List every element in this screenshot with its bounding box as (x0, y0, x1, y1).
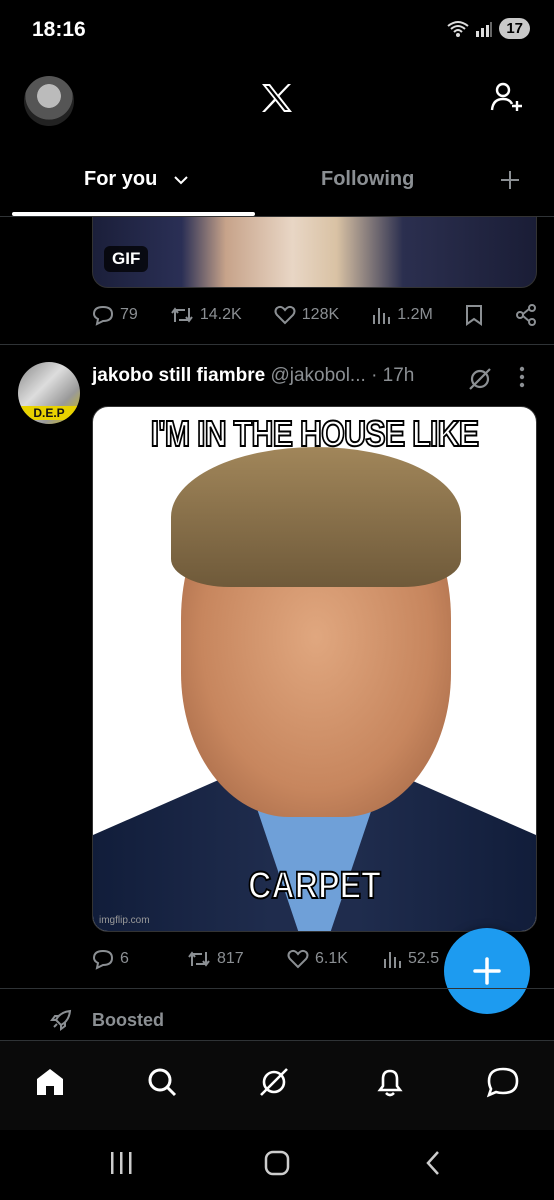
add-user-icon[interactable] (490, 80, 524, 119)
previous-post-actions: 79 14.2K 128K 1.2M (92, 304, 537, 326)
post-author-avatar[interactable]: D.E.P (18, 362, 80, 424)
grok-icon[interactable] (467, 366, 493, 397)
heart-icon (287, 949, 309, 969)
repost-icon (171, 307, 193, 323)
post-time: · 17h (371, 365, 415, 386)
repost-button[interactable]: 817 (187, 949, 287, 969)
reply-count: 79 (120, 306, 138, 323)
profile-avatar[interactable] (24, 76, 74, 126)
views-button[interactable]: 52.5 (382, 949, 439, 969)
chevron-down-icon[interactable] (173, 175, 189, 185)
reply-icon (92, 305, 114, 326)
plus-icon (473, 957, 501, 985)
system-icons: 17 (447, 18, 530, 39)
avatar-label: D.E.P (18, 406, 80, 420)
boosted-indicator: Boosted (50, 1009, 164, 1031)
views-icon (373, 308, 391, 324)
status-time: 18:16 (32, 18, 86, 41)
post-divider (0, 344, 554, 345)
home-system-icon[interactable] (264, 1150, 290, 1181)
author-display-name: jakobo still fiambre (92, 365, 266, 386)
rocket-icon (50, 1009, 72, 1031)
share-icon[interactable] (515, 304, 537, 326)
boosted-divider (0, 988, 554, 989)
notifications-icon[interactable] (374, 1066, 406, 1103)
post-author[interactable]: jakobo still fiambre @jakobol... · 17h (92, 365, 414, 387)
author-handle: @jakobol... (270, 365, 366, 386)
repost-button[interactable]: 14.2K (170, 305, 242, 325)
messages-icon[interactable] (486, 1066, 520, 1103)
like-count: 6.1K (315, 950, 348, 967)
views-button[interactable]: 1.2M (371, 305, 433, 325)
meme-watermark: imgflip.com (99, 915, 150, 926)
reply-button[interactable]: 79 (92, 304, 138, 326)
add-tab-icon[interactable] (500, 164, 520, 198)
repost-count: 14.2K (199, 306, 242, 323)
signal-icon (476, 21, 493, 37)
reply-count: 6 (120, 950, 129, 967)
gif-media[interactable] (92, 216, 537, 288)
post-actions: 6 817 6.1K 52.5 (92, 948, 442, 970)
boosted-label: Boosted (92, 1009, 164, 1030)
views-count: 1.2M (397, 306, 433, 323)
recent-apps-icon[interactable] (110, 1150, 134, 1181)
meme-top-text: I'M IN THE HOUSE LIKE (150, 412, 480, 455)
compose-button[interactable] (444, 928, 530, 1014)
grok-nav-icon[interactable] (258, 1066, 290, 1103)
post-image[interactable]: I'M IN THE HOUSE LIKE CARPET imgflip.com (92, 406, 537, 932)
gif-badge: GIF (104, 246, 149, 272)
home-icon[interactable] (34, 1066, 66, 1103)
battery-indicator: 17 (499, 18, 530, 39)
more-options-icon[interactable] (519, 366, 525, 394)
views-count: 52.5 (408, 950, 440, 967)
bookmark-icon[interactable] (465, 304, 483, 326)
tab-for-you[interactable]: For you (84, 168, 189, 191)
meme-bottom-text: CARPET (247, 864, 381, 908)
views-icon (384, 952, 401, 968)
tab-following[interactable]: Following (321, 168, 414, 191)
wifi-icon (447, 20, 469, 37)
like-button[interactable]: 128K (274, 305, 339, 325)
meme-hair (171, 447, 461, 587)
like-button[interactable]: 6.1K (287, 949, 382, 969)
search-icon[interactable] (146, 1066, 178, 1103)
x-logo-icon (260, 82, 294, 123)
like-count: 128K (301, 306, 340, 323)
reply-icon (92, 949, 114, 970)
repost-icon (188, 951, 210, 967)
repost-count: 817 (217, 950, 244, 967)
reply-button[interactable]: 6 (92, 948, 187, 970)
heart-icon (274, 305, 296, 325)
back-icon[interactable] (424, 1150, 442, 1181)
tab-for-you-label: For you (84, 168, 158, 190)
